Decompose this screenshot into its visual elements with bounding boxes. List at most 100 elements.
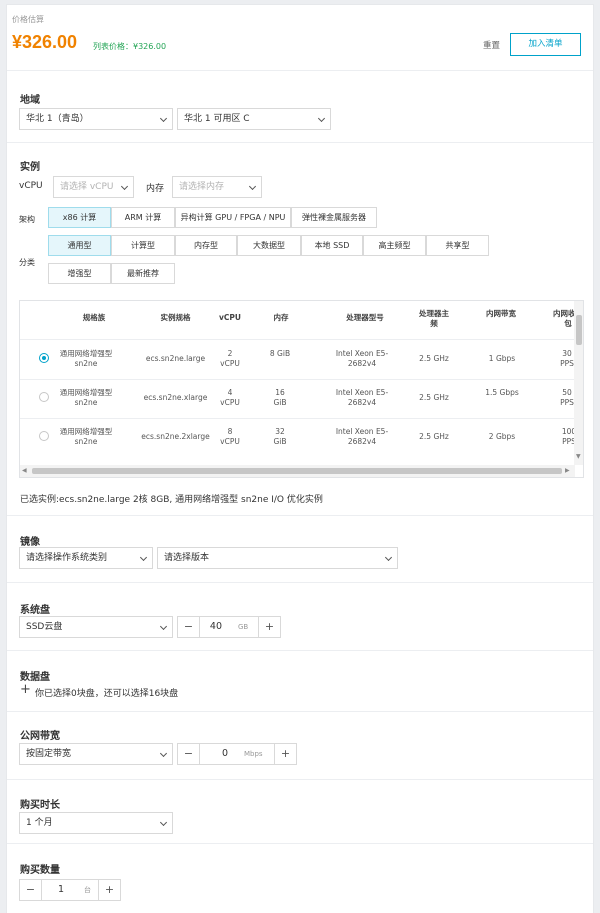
os-category-select[interactable]: 请选择操作系统类别 [19,547,153,569]
image-title: 镜像 [20,537,40,548]
quantity-value[interactable]: 1 [42,880,64,900]
bandwidth-section: 公网带宽 按固定带宽 − 0 Mbps + [7,712,593,780]
bandwidth-type-select[interactable]: 按固定带宽 [19,743,173,765]
image-section: 镜像 请选择操作系统类别 请选择版本 [7,516,593,583]
cell-cpu-freq: 2.5 GHz [419,393,449,402]
cell-spec: ecs.sn2ne.xlarge [143,393,208,402]
system-disk-type-select[interactable]: SSD云盘 [19,616,173,638]
cell-vcpu: 2 vCPU [220,349,240,368]
cell-cpu-freq: 2.5 GHz [419,432,449,441]
tab-category-big-data[interactable]: 大数据型 [237,235,301,256]
cell-memory: 16 GiB [273,388,287,407]
row-radio[interactable] [39,392,49,402]
scroll-down-icon[interactable]: ▼ [576,453,581,460]
plus-icon[interactable]: + [258,617,280,637]
minus-icon[interactable]: − [178,617,200,637]
bandwidth-title: 公网带宽 [20,731,60,742]
cell-memory: 8 GiB [269,349,291,358]
table-divider [20,418,583,419]
tab-arch-heterogeneous[interactable]: 异构计算 GPU / FPGA / NPU [175,207,291,228]
region-select-value: 华北 1（青岛） [26,114,89,124]
row-radio[interactable] [39,431,49,441]
price-estimate-panel: 价格估算 ¥326.00 列表价格：¥326.00 重置 加入清单 地域 华北 … [6,4,594,913]
col-header-memory: 内存 [273,313,289,322]
category-label: 分类 [19,258,35,267]
vcpu-select[interactable]: 请选择 vCPU [53,176,134,198]
tab-arch-bare-metal[interactable]: 弹性裸金属服务器 [291,207,377,228]
duration-select[interactable]: 1 个月 [19,812,173,834]
reset-link[interactable]: 重置 [483,39,500,51]
cell-vcpu: 8 vCPU [220,427,240,446]
horizontal-scrollbar[interactable]: ◀ ▶ [20,465,575,477]
tab-category-shared[interactable]: 共享型 [426,235,489,256]
bandwidth-type-value: 按固定带宽 [26,749,72,759]
duration-section: 购买时长 1 个月 [7,780,593,844]
col-header-cpu-model: 处理器型号 [346,313,384,322]
zone-select-value: 华北 1 可用区 C [184,114,250,124]
add-to-list-button[interactable]: 加入清单 [510,33,581,56]
scroll-left-icon[interactable]: ◀ [22,467,27,474]
region-section: 地域 华北 1（青岛） 华北 1 可用区 C [7,71,593,143]
cell-family: 通用网络增强型 sn2ne [59,349,113,368]
cell-vcpu: 4 vCPU [220,388,240,407]
data-disk-title: 数据盘 [20,672,50,683]
zone-select[interactable]: 华北 1 可用区 C [177,108,331,130]
quantity-stepper[interactable]: − 1 台 + [19,879,121,901]
minus-icon[interactable]: − [178,744,200,764]
vertical-scrollbar[interactable]: ▼ [574,301,583,465]
cell-spec: ecs.sn2ne.large [145,354,206,363]
col-header-spec: 实例规格 [160,313,191,322]
tab-category-enhanced[interactable]: 增强型 [48,263,111,284]
chevron-down-icon [159,749,168,758]
data-disk-section: 数据盘 + 你已选择0块盘，还可以选择16块盘 [7,651,593,712]
instance-title: 实例 [20,162,40,173]
duration-title: 购买时长 [20,800,60,811]
cell-cpu-freq: 2.5 GHz [419,354,449,363]
table-divider [20,379,583,380]
tab-category-compute[interactable]: 计算型 [111,235,175,256]
plus-icon[interactable]: + [274,744,296,764]
tab-arch-x86[interactable]: x86 计算 [48,207,111,228]
tab-category-recommended[interactable]: 最新推荐 [111,263,175,284]
system-disk-section: 系统盘 SSD云盘 − 40 GB + [7,583,593,651]
tab-category-memory[interactable]: 内存型 [175,235,237,256]
add-data-disk-text[interactable]: 你已选择0块盘，还可以选择16块盘 [35,686,178,699]
tab-category-high-freq[interactable]: 高主频型 [363,235,426,256]
vertical-scroll-thumb[interactable] [576,315,582,345]
chevron-down-icon [248,182,257,191]
duration-value: 1 个月 [26,818,53,828]
cell-bandwidth: 1.5 Gbps [485,388,519,397]
cell-cpu-model: Intel Xeon E5-2682v4 [335,427,389,446]
region-title: 地域 [20,95,40,106]
memory-placeholder: 请选择内存 [179,182,225,192]
quantity-title: 购买数量 [20,865,60,876]
memory-select[interactable]: 请选择内存 [172,176,262,198]
system-disk-size-stepper[interactable]: − 40 GB + [177,616,281,638]
scroll-right-icon[interactable]: ▶ [565,467,570,474]
system-disk-size-unit: GB [238,623,249,631]
os-version-placeholder: 请选择版本 [164,553,210,563]
cell-bandwidth: 1 Gbps [488,354,516,363]
system-disk-type-value: SSD云盘 [26,622,63,632]
cell-bandwidth: 2 Gbps [488,432,516,441]
tab-arch-arm[interactable]: ARM 计算 [111,207,175,228]
system-disk-size-value[interactable]: 40 [200,617,222,637]
bandwidth-value[interactable]: 0 [200,744,228,764]
plus-icon[interactable]: + [98,880,120,900]
add-disk-icon[interactable]: + [20,683,31,696]
cell-memory: 32 GiB [273,427,287,446]
row-radio-selected[interactable] [39,353,49,363]
chevron-down-icon [384,553,393,562]
tab-category-general[interactable]: 通用型 [48,235,111,256]
cell-family: 通用网络增强型 sn2ne [59,388,113,407]
price-header: 价格估算 ¥326.00 列表价格：¥326.00 重置 加入清单 [7,5,593,71]
minus-icon[interactable]: − [20,880,42,900]
os-version-select[interactable]: 请选择版本 [157,547,398,569]
horizontal-scroll-thumb[interactable] [32,468,562,474]
col-header-family: 规格族 [82,313,106,322]
bandwidth-stepper[interactable]: − 0 Mbps + [177,743,297,765]
memory-label: 内存 [146,184,165,194]
col-header-cpu-freq: 处理器主频 [419,309,449,328]
region-select[interactable]: 华北 1（青岛） [19,108,173,130]
tab-category-local-ssd[interactable]: 本地 SSD [301,235,363,256]
